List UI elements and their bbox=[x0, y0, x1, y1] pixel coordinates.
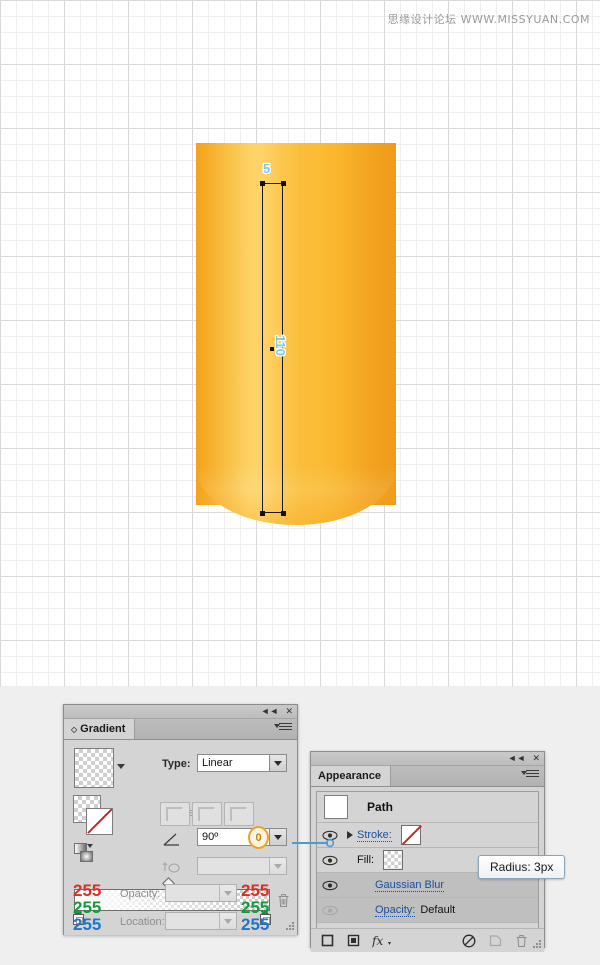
tab-appearance[interactable]: Appearance bbox=[311, 766, 391, 786]
gradient-angle-input[interactable]: 90º bbox=[197, 828, 287, 846]
anchor-point-top-right[interactable] bbox=[281, 181, 286, 186]
dimension-label-height: 110 bbox=[272, 334, 289, 357]
left-stop-rgb-readout: 255 255 255 bbox=[73, 882, 119, 933]
screenshot-root: 思缘设计论坛 WWW.MISSYUAN.COM 5 110 ◄◄ ✕ ◇ Gra… bbox=[0, 0, 600, 965]
close-icon[interactable]: ✕ bbox=[532, 753, 540, 764]
gradient-angle-value: 90º bbox=[202, 831, 219, 843]
left-stop-blue: 255 bbox=[73, 915, 102, 934]
appearance-panel-toolbar[interactable]: fx bbox=[311, 928, 544, 952]
appearance-row-opacity-inner-value: Default bbox=[420, 904, 456, 916]
panel-resize-grip[interactable] bbox=[532, 940, 542, 950]
appearance-row-opacity-inner[interactable]: Opacity: Default bbox=[317, 898, 538, 923]
panel-menu-icon[interactable] bbox=[274, 723, 292, 734]
appearance-row-stroke[interactable]: Stroke: bbox=[317, 823, 538, 848]
cylinder-body bbox=[196, 143, 396, 505]
right-stop-green: 255 bbox=[241, 898, 270, 917]
fx-icon[interactable]: fx bbox=[372, 934, 392, 948]
appearance-row-stroke-label[interactable]: Stroke: bbox=[357, 829, 392, 842]
chevron-down-icon[interactable] bbox=[269, 829, 286, 845]
appearance-panel-tabbar[interactable]: Appearance bbox=[311, 766, 544, 787]
stroke-swatch-none[interactable] bbox=[86, 808, 113, 835]
stroke-along-icon[interactable] bbox=[192, 802, 222, 826]
right-stop-red: 255 bbox=[241, 881, 270, 900]
add-new-stroke-icon[interactable] bbox=[320, 934, 334, 948]
connector-line bbox=[292, 838, 334, 848]
panel-resize-grip[interactable] bbox=[285, 922, 295, 932]
panel-menu-icon[interactable] bbox=[521, 770, 539, 781]
appearance-row-fill-label[interactable]: Fill: bbox=[357, 854, 374, 866]
close-icon[interactable]: ✕ bbox=[285, 706, 293, 717]
gradient-panel[interactable]: ◄◄ ✕ ◇ Gradient Type: Linear 90º 255 255… bbox=[63, 704, 298, 935]
tab-gradient[interactable]: ◇ Gradient bbox=[64, 719, 136, 739]
appearance-row-opacity-inner-label[interactable]: Opacity: bbox=[375, 904, 416, 917]
angle-icon bbox=[163, 832, 181, 846]
gradient-stop-index-badge: 0 bbox=[248, 826, 269, 849]
appearance-row-gaussian-blur-label[interactable]: Gaussian Blur bbox=[375, 879, 445, 892]
left-stop-green: 255 bbox=[73, 898, 102, 917]
right-stop-blue: 255 bbox=[241, 915, 270, 934]
gradient-type-select[interactable]: Linear bbox=[197, 754, 287, 772]
gradient-location-input[interactable] bbox=[165, 912, 237, 930]
collapse-icon[interactable]: ◄◄ bbox=[508, 753, 526, 764]
chevron-down-icon[interactable] bbox=[269, 755, 286, 771]
gradient-opacity-input[interactable] bbox=[165, 884, 237, 902]
chevron-down-icon[interactable] bbox=[117, 764, 125, 769]
stroke-within-icon[interactable] bbox=[160, 802, 190, 826]
chevron-down-icon-small[interactable] bbox=[87, 844, 93, 848]
fill-color-swatch[interactable] bbox=[383, 850, 404, 870]
cylinder-bottom-shading bbox=[196, 465, 396, 525]
location-label: Location: bbox=[120, 916, 165, 928]
path-thumbnail bbox=[324, 795, 348, 819]
expand-arrow-icon[interactable] bbox=[343, 831, 357, 839]
right-stop-rgb-readout: 255 255 255 bbox=[241, 882, 287, 933]
radial-gradient-icon[interactable] bbox=[80, 851, 93, 862]
gradient-preview-thumbnail[interactable] bbox=[74, 748, 114, 788]
fill-stroke-swatches[interactable] bbox=[73, 795, 117, 835]
tab-gradient-label: Gradient bbox=[80, 723, 126, 735]
stroke-across-icon[interactable] bbox=[224, 802, 254, 826]
stroke-gradient-type-buttons[interactable] bbox=[160, 802, 254, 826]
left-stop-red: 255 bbox=[73, 881, 102, 900]
collapse-icon[interactable]: ◄◄ bbox=[261, 706, 279, 717]
appearance-panel-titlebar[interactable]: ◄◄ ✕ bbox=[311, 752, 544, 766]
appearance-row-path[interactable]: Path bbox=[317, 792, 538, 823]
watermark-text: 思缘设计论坛 WWW.MISSYUAN.COM bbox=[387, 13, 590, 26]
gaussian-blur-tooltip: Radius: 3px bbox=[478, 855, 566, 879]
dimension-label-width: 5 bbox=[262, 160, 272, 177]
chevron-down-icon[interactable] bbox=[269, 858, 286, 874]
appearance-panel[interactable]: ◄◄ ✕ Appearance Path Stroke: Fill: Gauss… bbox=[310, 751, 545, 952]
gradient-panel-tabbar[interactable]: ◇ Gradient bbox=[64, 719, 297, 740]
chevron-down-icon[interactable] bbox=[219, 913, 236, 929]
appearance-row-path-label: Path bbox=[367, 800, 394, 814]
svg-text:fx: fx bbox=[372, 934, 383, 948]
orange-cylinder-artwork[interactable]: 5 110 bbox=[196, 143, 396, 525]
chevron-down-icon[interactable] bbox=[219, 885, 236, 901]
gradient-type-value: Linear bbox=[202, 757, 233, 769]
tab-grip-icon: ◇ bbox=[71, 724, 78, 734]
tab-appearance-label: Appearance bbox=[318, 770, 381, 782]
gradient-type-buttons[interactable] bbox=[74, 843, 100, 862]
gradient-reverse-select[interactable] bbox=[197, 857, 287, 875]
add-new-fill-icon[interactable] bbox=[346, 934, 360, 948]
anchor-point-bottom-right[interactable] bbox=[281, 511, 286, 516]
stroke-color-swatch-none[interactable] bbox=[400, 825, 421, 845]
illustrator-canvas[interactable]: 思缘设计论坛 WWW.MISSYUAN.COM 5 110 bbox=[0, 0, 600, 686]
anchor-point-top-left[interactable] bbox=[260, 181, 265, 186]
delete-item-icon[interactable] bbox=[514, 934, 528, 948]
eye-icon[interactable] bbox=[317, 880, 343, 891]
reverse-gradient-icon[interactable] bbox=[162, 860, 182, 876]
opacity-label: Opacity: bbox=[120, 888, 161, 900]
anchor-point-bottom-left[interactable] bbox=[260, 511, 265, 516]
eye-icon[interactable] bbox=[317, 855, 343, 866]
gradient-panel-titlebar[interactable]: ◄◄ ✕ bbox=[64, 705, 297, 719]
eye-icon-dim[interactable] bbox=[317, 905, 343, 916]
duplicate-item-icon[interactable] bbox=[488, 934, 502, 948]
type-label: Type: bbox=[162, 758, 191, 770]
clear-appearance-icon[interactable] bbox=[462, 934, 476, 948]
